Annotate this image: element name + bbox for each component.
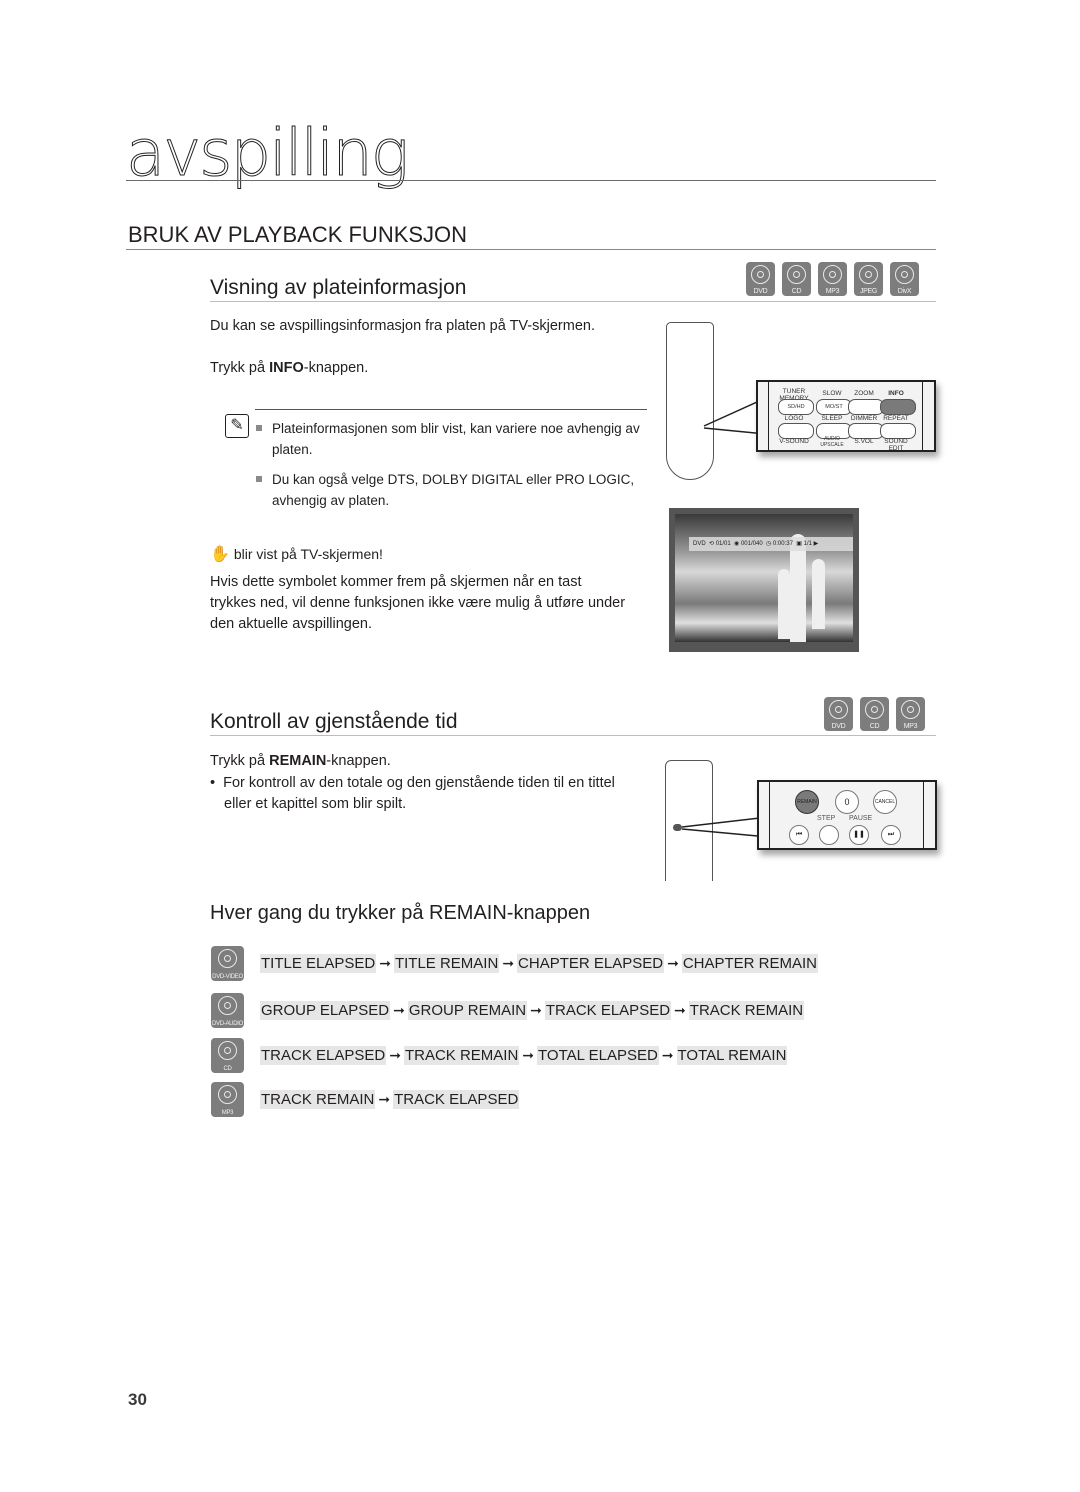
arrow-right-icon: ➞ xyxy=(502,955,515,971)
remote-zoom-info: TUNER MEMORY SLOW ZOOM INFO SD/HD MO/ST … xyxy=(756,380,936,452)
cd-disc-icon: CD xyxy=(782,262,811,296)
sequence-row: CD TRACK ELAPSED ➞ TRACK REMAIN ➞ TOTAL ELAPS… xyxy=(211,1038,788,1073)
jpeg-disc-icon: JPEG xyxy=(854,262,883,296)
dvd-video-disc-icon: DVD-VIDEO xyxy=(211,946,244,981)
sequence-row: DVD-AUDIO GROUP ELAPSED ➞ GROUP REMAIN ➞ TRAC… xyxy=(211,993,805,1028)
label-sound-edit: SOUND EDIT xyxy=(884,438,908,452)
dvd-disc-icon: DVD xyxy=(746,262,775,296)
tv-screen-image: DVD ⟲ 01/01 ◉ 001/040 ◷ 0:00:37 ▣ 1/1 ▶ xyxy=(669,508,859,652)
sequence-item: TRACK ELAPSED xyxy=(544,1001,672,1020)
chapter-title: avspilling xyxy=(125,117,409,191)
info-button xyxy=(880,399,916,415)
label-step: STEP xyxy=(817,815,836,822)
remain-key-highlight xyxy=(673,824,682,831)
label-v-sound: V-SOUND xyxy=(779,438,809,445)
sequence-item: TITLE ELAPSED xyxy=(260,954,377,973)
disc-info-press: Trykk på INFO-knappen. xyxy=(210,360,369,376)
note-item: Plateinformasjonen som blir vist, kan va… xyxy=(256,418,646,460)
sequence-item: TRACK REMAIN xyxy=(403,1046,520,1065)
zoom-button xyxy=(848,399,884,415)
step-button xyxy=(819,825,839,845)
section-title: BRUK AV PLAYBACK FUNKSJON xyxy=(128,222,468,247)
label-info: INFO xyxy=(888,390,904,397)
sequence-item: TOTAL REMAIN xyxy=(676,1046,788,1065)
mo-st-button: MO/ST xyxy=(816,399,852,415)
arrow-right-icon: ➞ xyxy=(378,1091,391,1107)
osd-info-bar: DVD ⟲ 01/01 ◉ 001/040 ◷ 0:00:37 ▣ 1/1 ▶ xyxy=(689,537,853,551)
dvd-disc-icon: DVD xyxy=(824,697,853,731)
cancel-button: CANCEL xyxy=(873,790,897,814)
cd-disc-icon: CD xyxy=(860,697,889,731)
note-rule xyxy=(255,409,647,410)
sequence-item: TRACK ELAPSED xyxy=(260,1046,387,1065)
saguaro-photo: DVD ⟲ 01/01 ◉ 001/040 ◷ 0:00:37 ▣ 1/1 ▶ xyxy=(675,514,853,642)
arrow-right-icon: ➞ xyxy=(389,1047,401,1063)
section-rule xyxy=(126,249,936,250)
arrow-right-icon: ➞ xyxy=(379,955,391,971)
chapter-rule xyxy=(126,180,936,181)
arrow-right-icon: ➞ xyxy=(530,1002,542,1018)
remain-disc-icons: DVD CD MP3 xyxy=(824,697,925,731)
sequence-item: TRACK ELAPSED xyxy=(393,1090,520,1109)
remain-bullet: • For kontroll av den totale og den gjen… xyxy=(210,775,615,812)
remote-zoom-remain: REMAIN 0 CANCEL STEP PAUSE ⏮ ❚❚ ⏭ xyxy=(757,780,937,850)
warning-title: ✋ blir vist på TV-skjermen! xyxy=(210,546,383,563)
sequence-item: GROUP REMAIN xyxy=(407,1001,528,1020)
note-list: Plateinformasjonen som blir vist, kan va… xyxy=(256,418,646,511)
disc-info-rule xyxy=(210,301,936,302)
zero-button: 0 xyxy=(835,790,859,814)
note-pencil-icon: ✎ xyxy=(225,414,249,438)
label-pause: PAUSE xyxy=(849,815,873,822)
sequence-item: TOTAL ELAPSED xyxy=(537,1046,659,1065)
repeat-button xyxy=(880,423,916,439)
remain-title: Kontroll av gjenstående tid xyxy=(210,710,458,733)
arrow-right-icon: ➞ xyxy=(674,1002,686,1018)
disc-info-disc-icons: DVD CD MP3 JPEG DivX xyxy=(746,262,919,296)
divx-disc-icon: DivX xyxy=(890,262,919,296)
arrow-right-icon: ➞ xyxy=(522,1047,535,1063)
sequence-title: Hver gang du trykker på REMAIN-knappen xyxy=(210,902,591,924)
dvd-audio-disc-icon: DVD-AUDIO xyxy=(211,993,244,1028)
disc-info-intro: Du kan se avspillingsinformasjon fra pla… xyxy=(210,318,595,334)
next-icon: ⏭ xyxy=(881,825,901,845)
label-logo: LOGO xyxy=(784,415,804,422)
warning-text: Hvis dette symbolet kommer frem på skjer… xyxy=(210,574,626,632)
previous-icon: ⏮ xyxy=(789,825,809,845)
arrow-right-icon: ➞ xyxy=(393,1002,405,1018)
mp3-disc-icon: MP3 xyxy=(818,262,847,296)
remain-press: Trykk på REMAIN-knappen. xyxy=(210,753,391,769)
page-number: 30 xyxy=(128,1390,147,1409)
sequence-row: DVD-VIDEO TITLE ELAPSED ➞ TITLE REMAIN ➞ CHAP… xyxy=(211,946,819,981)
remain-button: REMAIN xyxy=(795,790,819,814)
label-repeat: REPEAT xyxy=(883,415,909,422)
sequence-item: CHAPTER ELAPSED xyxy=(517,954,665,973)
note-item: Du kan også velge DTS, DOLBY DIGITAL ell… xyxy=(256,469,646,511)
arrow-right-icon: ➞ xyxy=(667,955,679,971)
mp3-disc-icon: MP3 xyxy=(896,697,925,731)
sequence-item: GROUP ELAPSED xyxy=(260,1001,391,1020)
cd-disc-icon: CD xyxy=(211,1038,244,1073)
hand-stop-icon: ✋ xyxy=(210,546,230,563)
mp3-disc-icon: MP3 xyxy=(211,1082,244,1117)
sequence-item: TRACK REMAIN xyxy=(688,1001,805,1020)
dimmer-button xyxy=(848,423,884,439)
logo-button xyxy=(778,423,814,439)
sequence-item: TRACK REMAIN xyxy=(260,1090,376,1109)
sequence-row: MP3 TRACK REMAIN ➞ TRACK ELAPSED xyxy=(211,1082,520,1117)
sequence-item: TITLE REMAIN xyxy=(393,954,500,973)
arrow-right-icon: ➞ xyxy=(661,1047,674,1063)
remain-rule xyxy=(210,735,936,736)
pause-icon: ❚❚ xyxy=(849,825,869,845)
sequence-item: CHAPTER REMAIN xyxy=(681,954,819,973)
disc-info-title: Visning av plateinformasjon xyxy=(210,276,467,299)
sd-hd-button: SD/HD xyxy=(778,399,814,415)
